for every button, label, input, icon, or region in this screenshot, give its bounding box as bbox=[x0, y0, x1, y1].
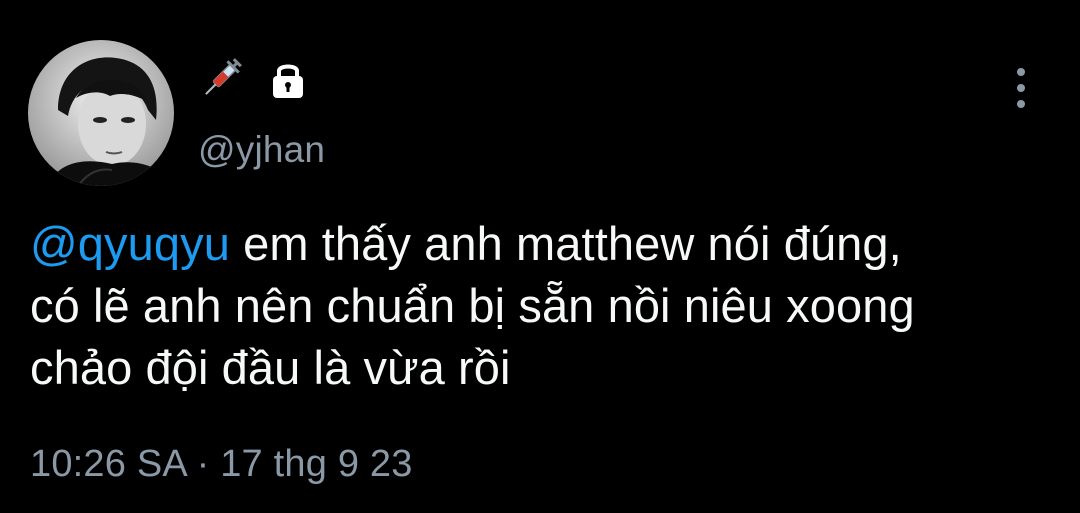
more-dot bbox=[1017, 100, 1025, 108]
more-dot bbox=[1017, 68, 1025, 76]
avatar[interactable] bbox=[28, 40, 174, 186]
tweet-line-1: @qyuqyu em thấy anh matthew nói đúng, bbox=[30, 213, 1070, 275]
more-options-icon[interactable] bbox=[1008, 68, 1034, 108]
syringe-icon bbox=[196, 56, 244, 104]
tweet-line-3: chảo đội đầu là vừa rồi bbox=[30, 341, 511, 394]
tweet-card: @yjhan @qyuqyu em thấy anh matthew nói đ… bbox=[0, 0, 1080, 513]
mention-link[interactable]: @qyuqyu bbox=[30, 217, 230, 270]
tweet-text: @qyuqyu em thấy anh matthew nói đúng, có… bbox=[30, 213, 1070, 399]
tweet-line-1-text: em thấy anh matthew nói đúng, bbox=[229, 217, 902, 270]
tweet-line-2: có lẽ anh nên chuẩn bị sẵn nồi niêu xoon… bbox=[30, 279, 915, 332]
more-dot bbox=[1017, 84, 1025, 92]
avatar-image bbox=[28, 40, 174, 186]
display-name[interactable] bbox=[196, 56, 310, 104]
tweet-timestamp[interactable]: 10:26 SA · 17 thg 9 23 bbox=[30, 440, 413, 488]
author-handle[interactable]: @yjhan bbox=[198, 128, 325, 172]
lock-icon bbox=[266, 58, 310, 102]
